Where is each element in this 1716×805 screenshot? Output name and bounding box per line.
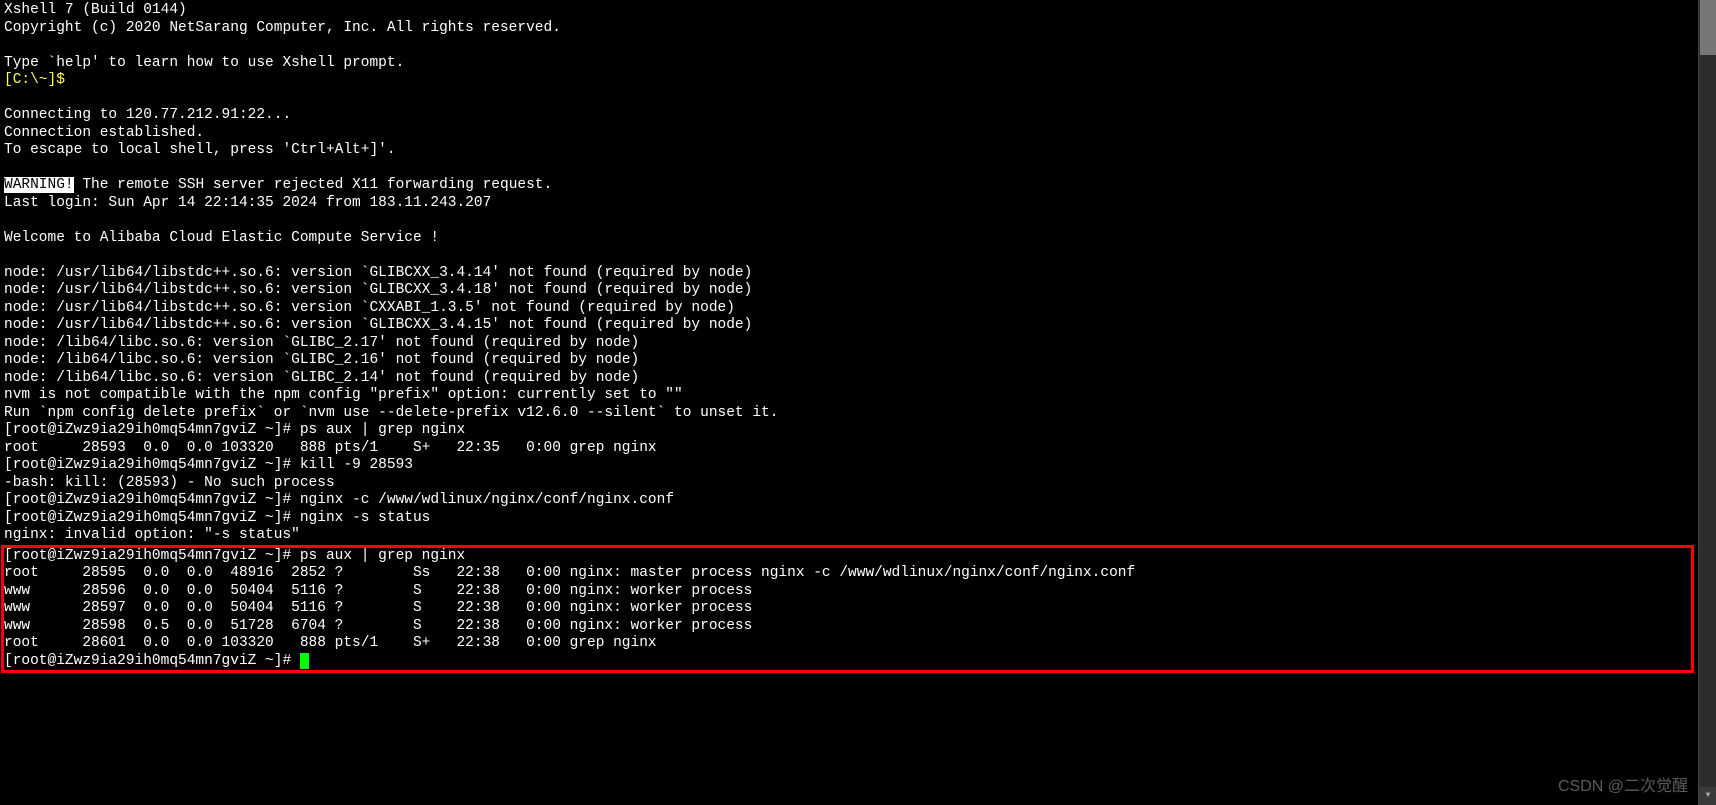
connected-line: Connection established. <box>4 125 204 141</box>
shell-prompt: [root@iZwz9ia29ih0mq54mn7gviZ ~]# <box>4 492 300 508</box>
ps-row: www 28596 0.0 0.0 50404 5116 ? S 22:38 0… <box>4 583 752 599</box>
nvm-line: Run `npm config delete prefix` or `nvm u… <box>4 405 778 421</box>
err-line: node: /usr/lib64/libstdc++.so.6: version… <box>4 282 752 298</box>
terminal-content: Xshell 7 (Build 0144) Copyright (c) 2020… <box>4 2 1694 545</box>
command: nginx -c /www/wdlinux/nginx/conf/nginx.c… <box>300 492 674 508</box>
help-line: Type `help' to learn how to use Xshell p… <box>4 55 404 71</box>
command: ps aux | grep nginx <box>300 422 465 438</box>
welcome-line: Welcome to Alibaba Cloud Elastic Compute… <box>4 230 439 246</box>
shell-prompt: [root@iZwz9ia29ih0mq54mn7gviZ ~]# <box>4 548 300 564</box>
shell-prompt: [root@iZwz9ia29ih0mq54mn7gviZ ~]# <box>4 422 300 438</box>
ps-row: www 28598 0.5 0.0 51728 6704 ? S 22:38 0… <box>4 618 752 634</box>
terminal-output[interactable]: Xshell 7 (Build 0144) Copyright (c) 2020… <box>0 0 1698 805</box>
ps-row: root 28595 0.0 0.0 48916 2852 ? Ss 22:38… <box>4 565 1135 581</box>
command: kill -9 28593 <box>300 457 413 473</box>
warning-text: The remote SSH server rejected X11 forwa… <box>74 177 553 193</box>
shell-prompt: [root@iZwz9ia29ih0mq54mn7gviZ ~]# <box>4 457 300 473</box>
err-line: node: /lib64/libc.so.6: version `GLIBC_2… <box>4 335 639 351</box>
ps-row: root 28601 0.0 0.0 103320 888 pts/1 S+ 2… <box>4 635 657 651</box>
app-title: Xshell 7 (Build 0144) <box>4 2 187 18</box>
highlighted-content: [root@iZwz9ia29ih0mq54mn7gviZ ~]# ps aux… <box>4 548 1691 671</box>
escape-line: To escape to local shell, press 'Ctrl+Al… <box>4 142 396 158</box>
warning-label: WARNING! <box>4 177 74 193</box>
connecting-line: Connecting to 120.77.212.91:22... <box>4 107 291 123</box>
err-line: node: /lib64/libc.so.6: version `GLIBC_2… <box>4 352 639 368</box>
output-line: root 28593 0.0 0.0 103320 888 pts/1 S+ 2… <box>4 440 657 456</box>
ps-row: www 28597 0.0 0.0 50404 5116 ? S 22:38 0… <box>4 600 752 616</box>
output-line: nginx: invalid option: "-s status" <box>4 527 300 543</box>
last-login: Last login: Sun Apr 14 22:14:35 2024 fro… <box>4 195 491 211</box>
err-line: node: /usr/lib64/libstdc++.so.6: version… <box>4 265 752 281</box>
command: nginx -s status <box>300 510 431 526</box>
err-line: node: /usr/lib64/libstdc++.so.6: version… <box>4 300 735 316</box>
err-line: node: /usr/lib64/libstdc++.so.6: version… <box>4 317 752 333</box>
scrollbar-thumb[interactable] <box>1700 0 1716 55</box>
vertical-scrollbar[interactable]: ▼ <box>1698 0 1716 805</box>
output-line: -bash: kill: (28593) - No such process <box>4 475 335 491</box>
copyright: Copyright (c) 2020 NetSarang Computer, I… <box>4 20 561 36</box>
cursor <box>300 653 309 669</box>
scrollbar-down-button[interactable]: ▼ <box>1699 787 1716 805</box>
command: ps aux | grep nginx <box>300 548 465 564</box>
local-prompt: [C:\~]$ <box>4 72 65 88</box>
shell-prompt: [root@iZwz9ia29ih0mq54mn7gviZ ~]# <box>4 653 300 669</box>
err-line: node: /lib64/libc.so.6: version `GLIBC_2… <box>4 370 639 386</box>
shell-prompt: [root@iZwz9ia29ih0mq54mn7gviZ ~]# <box>4 510 300 526</box>
nvm-line: nvm is not compatible with the npm confi… <box>4 387 683 403</box>
highlighted-region: [root@iZwz9ia29ih0mq54mn7gviZ ~]# ps aux… <box>1 545 1694 674</box>
